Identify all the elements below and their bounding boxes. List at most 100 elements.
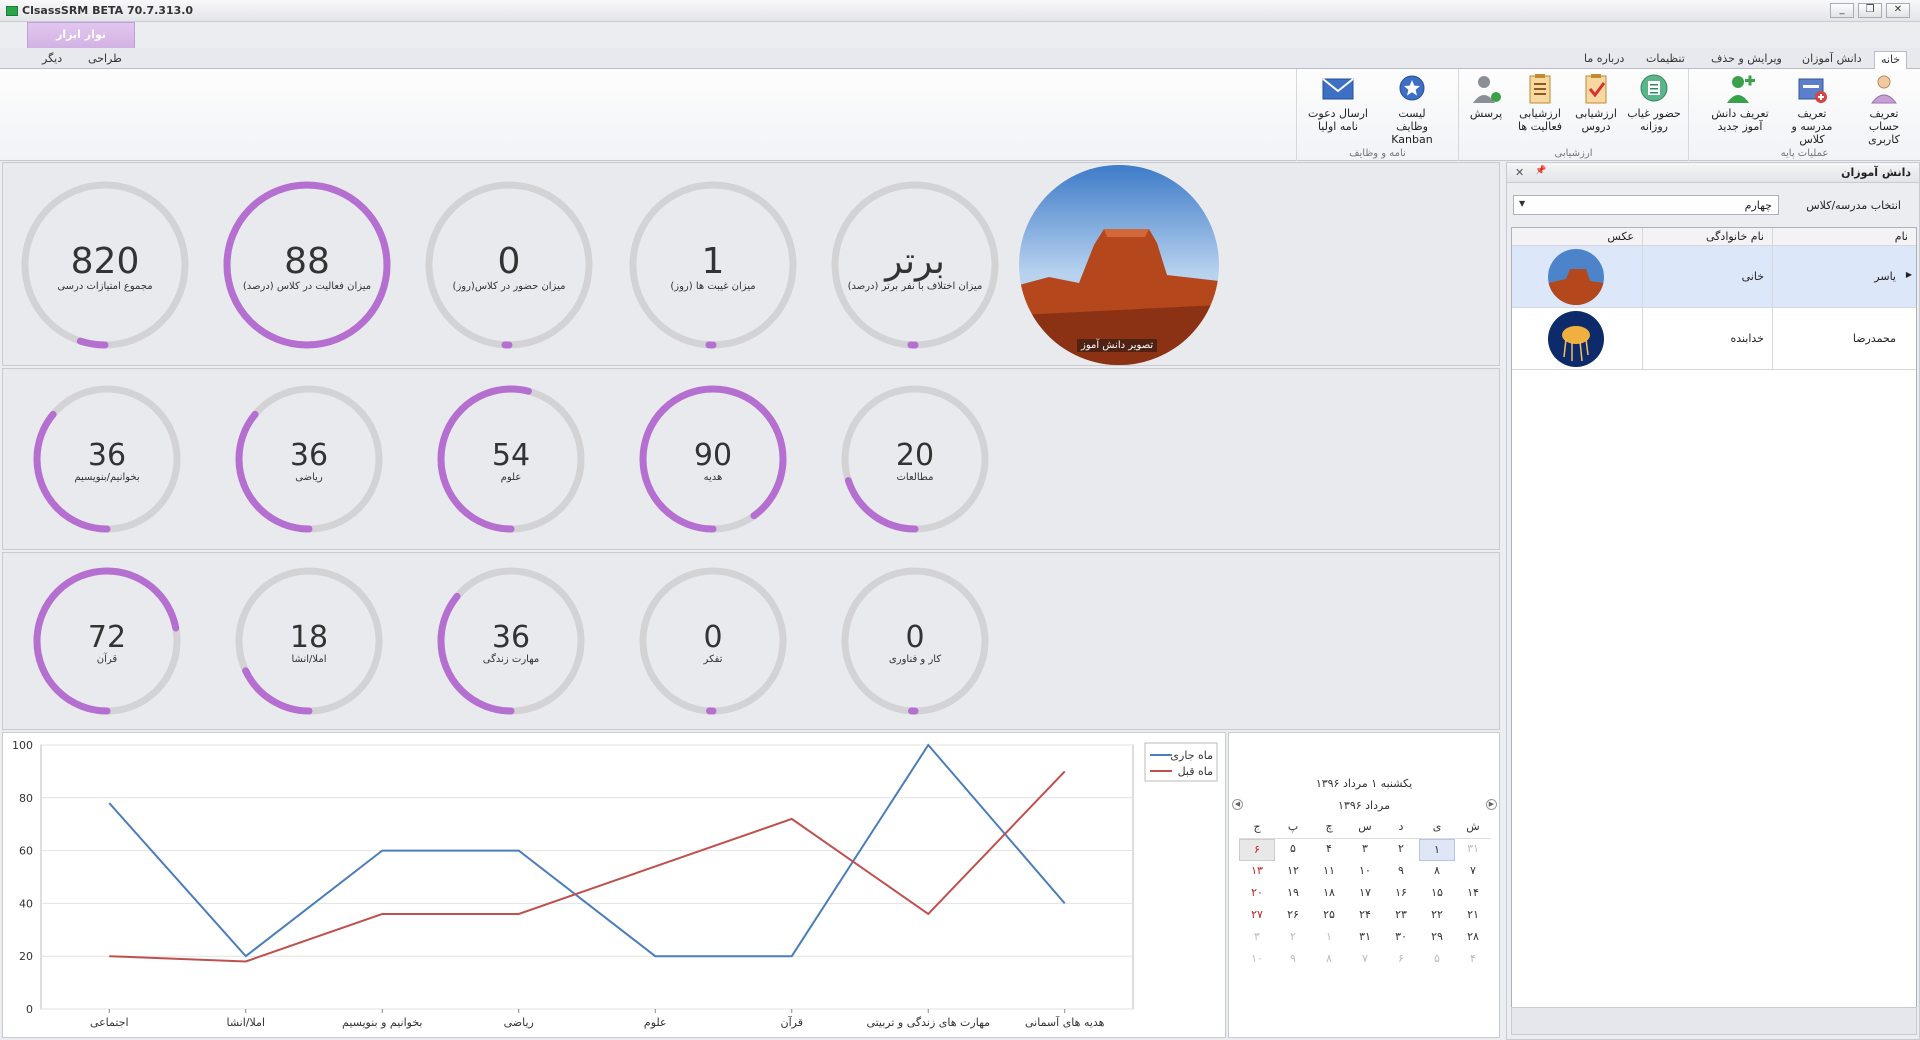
calendar-day[interactable]: ۲۶ [1275, 905, 1311, 927]
calendar-weekday: ج [1239, 817, 1275, 839]
tab-edit-delete[interactable]: ویرایش و حذف [1705, 51, 1788, 69]
tab-design[interactable]: طراحی [82, 51, 128, 69]
calendar-day[interactable]: ۱۳ [1239, 861, 1275, 883]
gauge-value: 20 [895, 437, 935, 473]
close-panel-icon[interactable]: ✕ [1515, 166, 1524, 179]
calendar-day[interactable]: ۸ [1419, 861, 1455, 883]
send-invitation-button[interactable]: ارسال دعوت نامه اولیا [1307, 73, 1369, 141]
calendar-next-icon[interactable]: ▶ [1486, 799, 1497, 810]
calendar-day[interactable]: ۳۱ [1347, 927, 1383, 949]
table-row[interactable]: محمدرضا خدابنده [1512, 308, 1916, 370]
summary-panel: تصویر دانش آموز برتر میزان اختلاف با نفر … [2, 162, 1500, 366]
calendar-day[interactable]: ۲۴ [1347, 905, 1383, 927]
lesson-evaluation-button[interactable]: ارزشیابی دروس [1565, 73, 1627, 141]
calendar-day[interactable]: ۵ [1419, 949, 1455, 971]
calendar-day[interactable]: ۲۱ [1455, 905, 1491, 927]
gauge-caption: کار و فناوری [888, 653, 942, 665]
calendar-day[interactable]: ۲۹ [1419, 927, 1455, 949]
pin-icon[interactable]: 📌 [1535, 166, 1546, 176]
calendar-day[interactable]: ۱۸ [1311, 883, 1347, 905]
calendar-day[interactable]: ۱۶ [1383, 883, 1419, 905]
calendar-day[interactable]: ۲۳ [1383, 905, 1419, 927]
calendar-day[interactable]: ۱۹ [1275, 883, 1311, 905]
student-thumbnail-desert [1548, 249, 1604, 305]
calendar-day[interactable]: ۱۲ [1275, 861, 1311, 883]
gauge-value: 54 [491, 437, 531, 473]
gauge-value: 36 [491, 619, 531, 655]
calendar-day[interactable]: ۲۵ [1311, 905, 1347, 927]
kanban-button[interactable]: لیست وظایف Kanban [1381, 73, 1443, 146]
calendar-day[interactable]: ۵ [1275, 839, 1311, 861]
table-row[interactable]: یاسر ▶ خانی [1512, 246, 1916, 308]
students-table: نام نام خانوادگی عکس یاسر ▶ خانی محمدرضا … [1511, 227, 1917, 1025]
calendar-day[interactable]: ۴ [1455, 949, 1491, 971]
group-basic-operations: تعریف حساب کاربری تعریف مدرسه و کلاس تعر… [1688, 69, 1920, 161]
activity-evaluation-button[interactable]: ارزشیابی فعالیت ها [1509, 73, 1571, 141]
gauge-caption: تفکر [703, 653, 723, 665]
column-header-last-name[interactable]: نام خانوادگی [1642, 228, 1772, 245]
class-select-label: انتخاب مدرسه/کلاس [1806, 199, 1901, 212]
class-select[interactable]: چهارم ▼ [1513, 195, 1779, 215]
student-thumbnail-jellyfish [1548, 311, 1604, 367]
close-button[interactable]: ✕ [1886, 3, 1910, 18]
question-icon [1473, 76, 1501, 103]
gauge-caption: میزان فعالیت در کلاس (درصد) [242, 280, 372, 292]
calendar-day[interactable]: ۱۴ [1455, 883, 1491, 905]
gauge-value: 72 [87, 619, 127, 655]
calendar-day[interactable]: ۹ [1383, 861, 1419, 883]
calendar-day[interactable]: ۲۲ [1419, 905, 1455, 927]
chevron-down-icon: ▼ [1519, 199, 1526, 208]
calendar-day[interactable]: ۱۰ [1347, 861, 1383, 883]
calendar-day[interactable]: ۱۷ [1347, 883, 1383, 905]
tab-about[interactable]: درباره ما [1578, 51, 1630, 69]
calendar-day[interactable]: ۳۰ [1383, 927, 1419, 949]
calendar-weekday-row: شیدسچپج [1239, 817, 1491, 839]
tab-other[interactable]: دیگر [36, 51, 68, 69]
calendar-day[interactable]: ۳ [1347, 839, 1383, 861]
calendar-day[interactable]: ۹ [1275, 949, 1311, 971]
calendar-day[interactable]: ۸ [1311, 949, 1347, 971]
column-header-first-name[interactable]: نام [1772, 228, 1916, 245]
calendar-day[interactable]: ۴ [1311, 839, 1347, 861]
user-account-button[interactable]: تعریف حساب کاربری [1853, 73, 1915, 146]
add-student-button[interactable]: تعریف دانش آموز جدید [1709, 73, 1771, 141]
calendar-day[interactable]: ۲ [1275, 927, 1311, 949]
ribbon-tabs: طراحی دیگر خانه دانش آموزان ویرایش و حذف… [0, 48, 1920, 70]
calendar-day[interactable]: ۶ [1239, 839, 1275, 861]
calendar-day[interactable]: ۳ [1239, 927, 1275, 949]
calendar-day[interactable]: ۷ [1455, 861, 1491, 883]
calendar-day[interactable]: ۲۰ [1239, 883, 1275, 905]
tab-home[interactable]: خانه [1874, 51, 1908, 70]
table-header: نام نام خانوادگی عکس [1512, 228, 1916, 246]
calendar-week-row: ۲۸ ۲۹ ۳۰ ۳۱ ۱ ۲ ۳ [1239, 927, 1491, 949]
calendar-day[interactable]: ۱۵ [1419, 883, 1455, 905]
calendar-day[interactable]: ۱ [1311, 927, 1347, 949]
ribbon: تعریف حساب کاربری تعریف مدرسه و کلاس تعر… [0, 69, 1920, 161]
calendar-day[interactable]: ۲۷ [1239, 905, 1275, 927]
restore-button[interactable]: ❐ [1858, 3, 1882, 18]
calendar-day[interactable]: ۲۸ [1455, 927, 1491, 949]
column-header-photo[interactable]: عکس [1512, 228, 1642, 245]
calendar-day[interactable]: ۱۱ [1311, 861, 1347, 883]
gauge-row2-2: 54 علوم [435, 383, 587, 535]
gauge-value: 1 [701, 240, 725, 282]
dashboard: تصویر دانش آموز برتر میزان اختلاف با نفر … [0, 162, 1502, 1040]
question-button[interactable]: پرسش [1455, 73, 1517, 141]
x-tick-label: علوم [644, 1016, 667, 1029]
tab-settings[interactable]: تنظیمات [1640, 51, 1691, 69]
calendar-day[interactable]: ۱ [1419, 839, 1455, 861]
tab-students[interactable]: دانش آموزان [1796, 51, 1868, 69]
school-class-icon [1798, 78, 1827, 103]
calendar-day[interactable]: ۶ [1383, 949, 1419, 971]
mail-icon [1322, 78, 1354, 100]
calendar-day[interactable]: ۷ [1347, 949, 1383, 971]
minimize-button[interactable]: _ [1830, 3, 1854, 18]
calendar-day[interactable]: ۲ [1383, 839, 1419, 861]
school-class-button[interactable]: تعریف مدرسه و کلاس [1781, 73, 1843, 146]
gauge-value: 36 [87, 437, 127, 473]
calendar-day[interactable]: ۳۱ [1455, 839, 1491, 861]
calendar-day[interactable]: ۱۰ [1239, 949, 1275, 971]
attendance-button[interactable]: حضور غیاب روزانه [1623, 73, 1685, 141]
context-tab-toolbar[interactable]: نوار ابزار [27, 22, 135, 48]
gauge-row2-0: 20 مطالعات [839, 383, 991, 535]
